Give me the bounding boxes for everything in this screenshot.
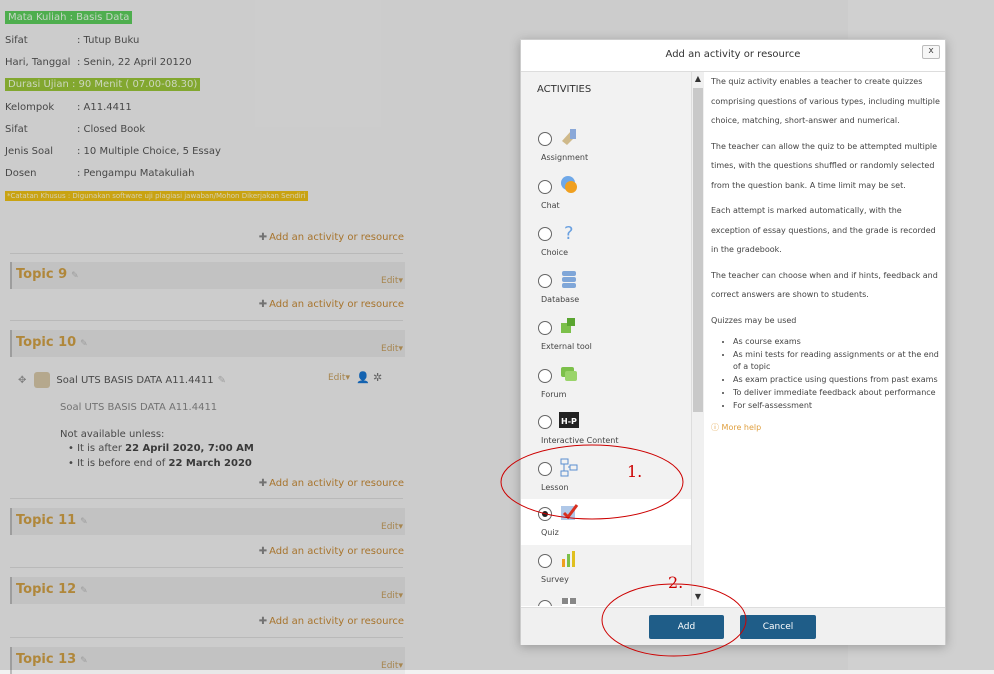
- annotation-marks: [500, 444, 747, 657]
- annotation-circle-quiz: [500, 444, 684, 520]
- annotation-circle-add: [601, 583, 747, 657]
- annotation-step-1: 1.: [627, 462, 643, 481]
- annotation-step-2: 2.: [668, 573, 684, 592]
